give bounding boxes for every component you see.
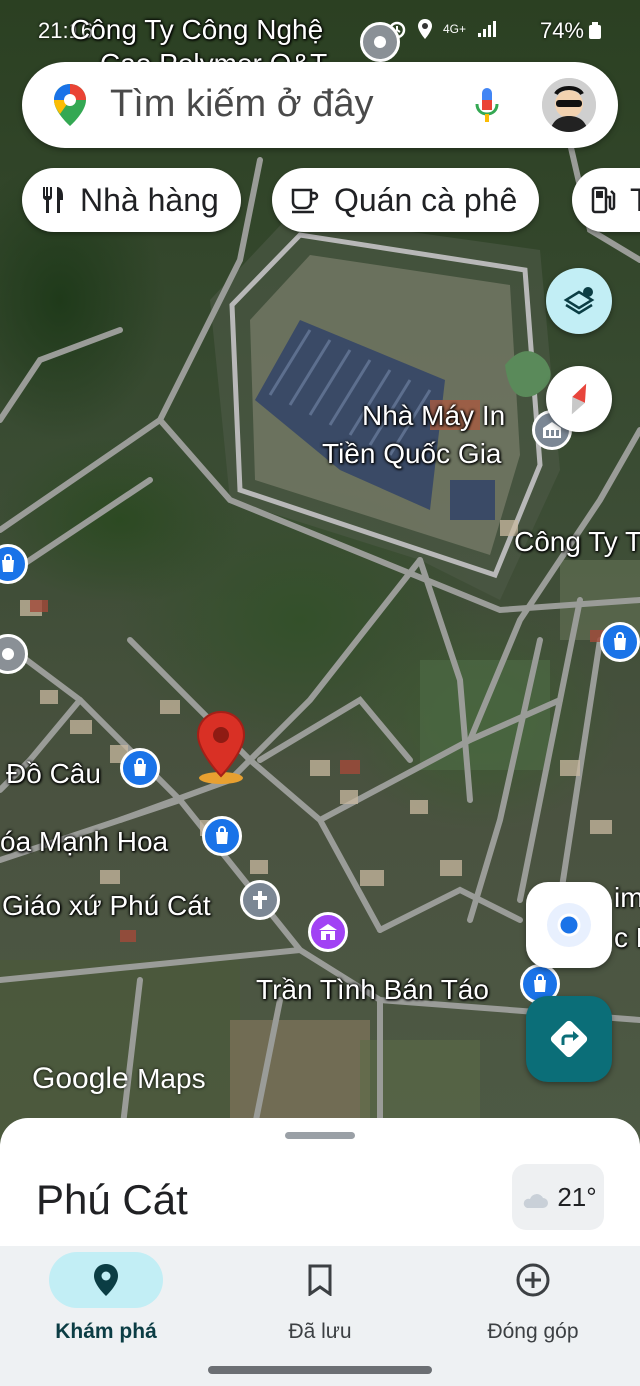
search-input[interactable] [110,84,450,124]
directions-icon [550,1020,588,1058]
my-location-button[interactable] [526,882,612,968]
microphone-icon[interactable] [474,86,500,126]
battery-icon [589,22,601,39]
nav-saved-label: Đã lưu [288,1320,352,1343]
coffee-icon [291,188,319,214]
chip-gas-station-label: T [630,181,640,218]
map-poi-gray-icon[interactable] [360,22,400,62]
bottom-navigation: Khám phá Đã lưu Đóng góp [0,1246,640,1386]
battery-level: 74% [539,18,584,43]
watermark-maps: Maps [137,1063,206,1094]
map-label-right-edge-1[interactable]: im [614,884,640,912]
nav-saved[interactable]: Đã lưu [230,1252,410,1352]
map-label-giao-xu[interactable]: Giáo xứ Phú Cát [2,892,211,920]
shopping-bag-icon[interactable] [120,748,160,788]
chip-restaurant[interactable]: Nhà hàng [22,168,241,232]
compass-button[interactable] [546,366,612,432]
nav-contribute-label: Đóng góp [487,1320,579,1343]
church-cross-icon[interactable] [240,880,280,920]
map-label-factory-1[interactable]: Nhà Máy In [362,402,505,430]
map-label-factory-2[interactable]: Tiền Quốc Gia [322,440,501,468]
avatar[interactable] [542,78,596,132]
temple-icon[interactable] [308,912,348,952]
chip-gas-station[interactable]: T [572,168,640,232]
compass-icon [571,383,587,415]
location-status-icon [417,19,432,39]
map-label-company-right[interactable]: Công Ty T [514,528,640,556]
weather-chip[interactable]: 21° [512,1164,604,1230]
map-label-do-cau[interactable]: Đồ Câu [6,760,101,788]
place-title: Phú Cát [36,1176,188,1223]
shopping-bag-icon[interactable] [202,816,242,856]
google-maps-logo-icon [54,84,86,126]
add-circle-icon [516,1263,550,1297]
cloudy-night-icon [524,1186,549,1208]
my-location-icon [547,903,591,947]
sheet-drag-handle[interactable] [285,1132,355,1139]
nav-explore[interactable]: Khám phá [16,1252,196,1352]
directions-button[interactable] [526,996,612,1082]
search-bar[interactable] [22,62,618,148]
nav-contribute-indicator [476,1252,590,1308]
nav-explore-label: Khám phá [55,1320,157,1343]
dropped-pin-icon[interactable] [192,708,250,788]
chip-restaurant-label: Nhà hàng [80,181,219,218]
layers-button[interactable] [546,268,612,334]
map-label-manh-hoa[interactable]: óa Mạnh Hoa [0,828,168,856]
signal-icon [478,21,496,37]
restaurant-icon [43,187,63,213]
google-maps-watermark: Google Maps [32,1062,206,1096]
layers-icon [563,287,595,315]
temperature: 21° [557,1181,597,1212]
bookmark-icon [308,1264,332,1296]
network-type: 4G+ [442,22,466,36]
gesture-bar[interactable] [208,1366,432,1374]
nav-explore-indicator [49,1252,163,1308]
nav-contribute[interactable]: Đóng góp [443,1252,623,1352]
chip-coffee-label: Quán cà phê [334,181,518,218]
chip-coffee[interactable]: Quán cà phê [272,168,540,232]
watermark-google: Google [32,1062,129,1095]
status-icons: 4G+ [387,18,500,40]
nav-saved-indicator [263,1252,377,1308]
shopping-bag-icon[interactable] [600,622,640,662]
map-label-right-edge-2[interactable]: c H [614,924,640,952]
explore-pin-icon [94,1264,118,1296]
map-label-company-top[interactable]: Công Ty Công Nghệ [70,16,323,44]
map-label-tran-tinh[interactable]: Trần Tình Bán Táo [256,976,489,1004]
gas-station-icon [591,186,616,214]
